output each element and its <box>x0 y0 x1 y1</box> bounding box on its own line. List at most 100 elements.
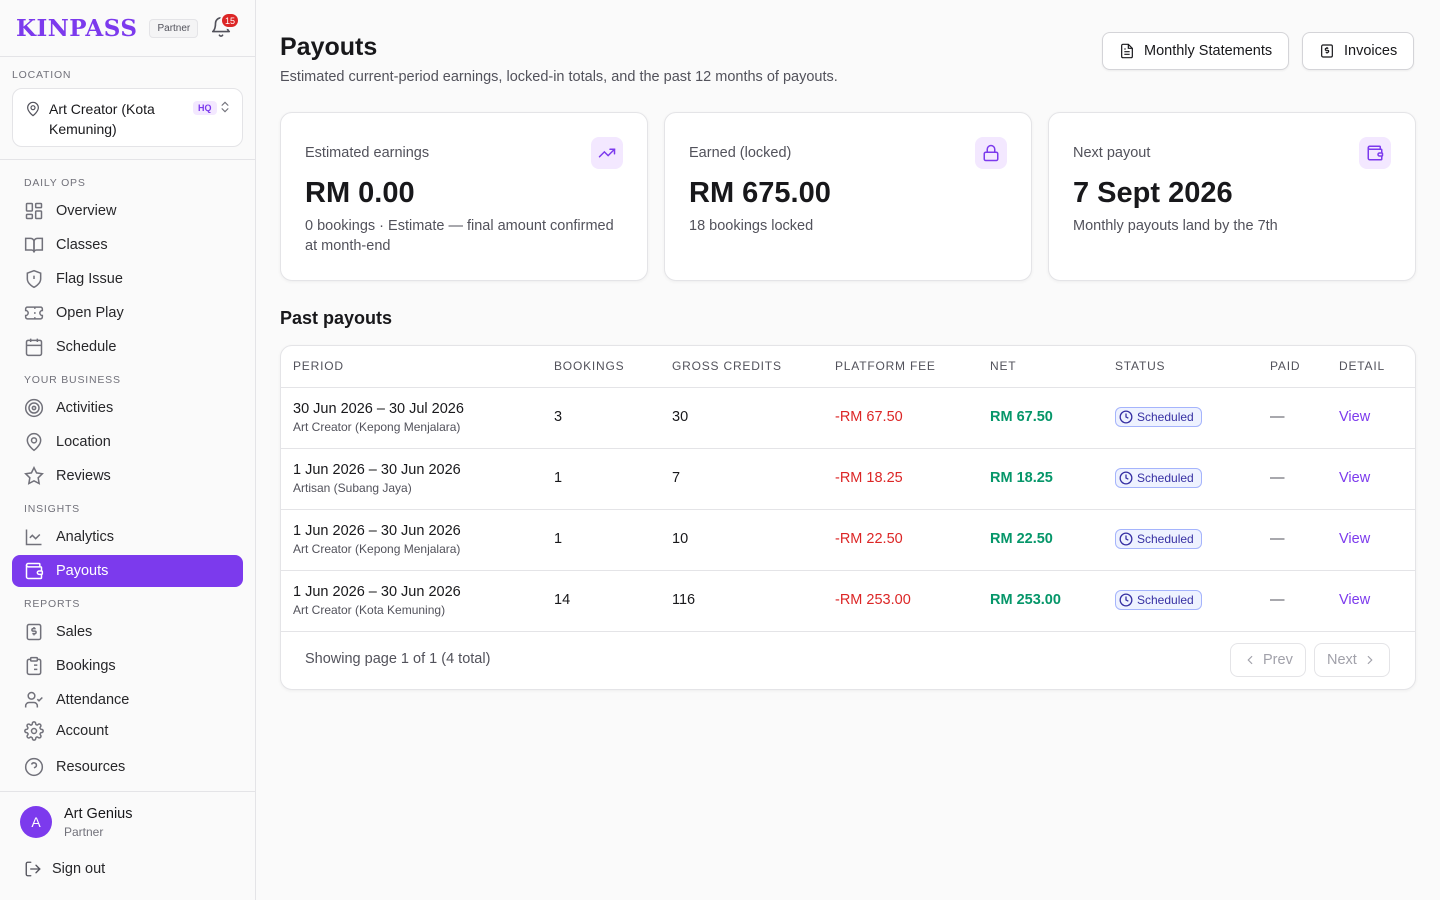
location-switcher[interactable]: Art Creator (Kota Kemuning) HQ <box>12 88 243 147</box>
gross-cell: 116 <box>672 592 696 608</box>
period-cell: 30 Jun 2026 – 30 Jul 2026 <box>293 401 464 417</box>
period-cell: 1 Jun 2026 – 30 Jun 2026 <box>293 523 461 539</box>
section-your-business: YOUR BUSINESS <box>24 374 121 386</box>
next-page-button[interactable]: Next <box>1314 643 1390 677</box>
estimated-earnings-card: Estimated earnings RM 0.00 0 bookings · … <box>280 112 648 281</box>
net-cell: RM 253.00 <box>990 592 1061 608</box>
bookings-cell: 14 <box>554 592 571 608</box>
location-label: LOCATION <box>12 69 72 81</box>
location-name: Art Creator (Kota Kemuning) <box>49 101 155 137</box>
stat-desc: Monthly payouts land by the 7th <box>1073 218 1278 234</box>
stat-desc: 0 bookings · Estimate — final amount con… <box>305 218 614 254</box>
sidebar: KINPASS Partner 15 LOCATION Art Creator … <box>0 0 256 900</box>
sidebar-item-label: Classes <box>56 237 108 253</box>
sidebar-item-attendance[interactable]: Attendance <box>12 684 243 716</box>
sidebar-item-schedule[interactable]: Schedule <box>12 331 243 363</box>
sidebar-item-open-play[interactable]: Open Play <box>12 297 243 329</box>
prev-label: Prev <box>1263 652 1293 668</box>
view-link[interactable]: View <box>1339 531 1370 547</box>
divider <box>0 159 255 160</box>
column-header-paid: PAID <box>1270 359 1301 373</box>
sign-out-button[interactable]: Sign out <box>24 860 105 878</box>
table-row: 30 Jun 2026 – 30 Jul 2026 Art Creator (K… <box>281 388 1415 449</box>
table-row: 1 Jun 2026 – 30 Jun 2026 Art Creator (Ko… <box>281 571 1415 632</box>
sidebar-item-overview[interactable]: Overview <box>12 195 243 227</box>
column-header-period: PERIOD <box>293 359 344 373</box>
stat-value: RM 0.00 <box>305 177 415 209</box>
status-label: Scheduled <box>1137 410 1194 424</box>
user-check-icon <box>24 691 43 708</box>
sidebar-item-account[interactable]: Account <box>12 715 243 747</box>
sidebar-item-bookings[interactable]: Bookings <box>12 650 243 682</box>
paid-cell: — <box>1270 592 1285 608</box>
sidebar-item-label: Resources <box>56 759 126 775</box>
view-link[interactable]: View <box>1339 470 1370 486</box>
gross-cell: 7 <box>672 470 681 486</box>
sidebar-item-label: Activities <box>56 400 114 416</box>
sidebar-item-label: Flag Issue <box>56 271 123 287</box>
view-link[interactable]: View <box>1339 592 1370 608</box>
status-label: Scheduled <box>1137 532 1194 546</box>
table-row: 1 Jun 2026 – 30 Jun 2026 Artisan (Subang… <box>281 449 1415 510</box>
user-menu: A Art Genius Partner Sign out <box>0 792 255 900</box>
payouts-table: PERIOD BOOKINGS GROSS CREDITS PLATFORM F… <box>280 345 1416 690</box>
sidebar-item-sales[interactable]: Sales <box>12 616 243 648</box>
clock-icon <box>1119 532 1133 546</box>
period-location: Art Creator (Kepong Menjalara) <box>293 420 461 434</box>
paid-cell: — <box>1270 531 1285 547</box>
button-label: Monthly Statements <box>1144 43 1273 59</box>
prev-page-button[interactable]: Prev <box>1230 643 1306 677</box>
brand: KINPASS Partner <box>16 14 199 42</box>
period-location: Art Creator (Kepong Menjalara) <box>293 542 461 556</box>
earned-locked-card: Earned (locked) RM 675.00 18 bookings lo… <box>664 112 1032 281</box>
clock-icon <box>1119 410 1133 424</box>
button-label: Invoices <box>1344 43 1398 59</box>
sidebar-item-label: Attendance <box>56 692 130 708</box>
stat-desc: 18 bookings locked <box>689 218 814 234</box>
sidebar-item-location[interactable]: Location <box>12 426 243 458</box>
divider <box>0 56 255 57</box>
logo[interactable]: KINPASS <box>16 15 137 42</box>
column-header-net: NET <box>990 359 1017 373</box>
fee-cell: -RM 18.25 <box>835 470 903 486</box>
shield-alert-icon <box>26 269 42 289</box>
chevron-up-down-icon <box>221 101 229 113</box>
sidebar-item-resources[interactable]: Resources <box>12 751 243 783</box>
sidebar-item-activities[interactable]: Activities <box>12 392 243 424</box>
sidebar-item-label: Schedule <box>56 339 117 355</box>
view-link[interactable]: View <box>1339 409 1370 425</box>
sidebar-item-label: Overview <box>56 203 117 219</box>
ticket-icon <box>24 306 44 320</box>
gear-icon <box>24 721 44 741</box>
target-icon <box>24 398 44 418</box>
stat-value: RM 675.00 <box>689 177 831 209</box>
sidebar-item-label: Bookings <box>56 658 116 674</box>
sidebar-item-classes[interactable]: Classes <box>12 229 243 261</box>
bookings-cell: 3 <box>554 409 563 425</box>
stat-value: 7 Sept 2026 <box>1073 177 1233 209</box>
help-circle-icon <box>24 757 44 777</box>
sidebar-item-flag-issue[interactable]: Flag Issue <box>12 263 243 295</box>
sidebar-item-reviews[interactable]: Reviews <box>12 460 243 492</box>
user-role: Partner <box>64 825 104 839</box>
map-pin-icon <box>26 432 42 452</box>
column-header-gross-credits: GROSS CREDITS <box>672 359 782 373</box>
monthly-statements-button[interactable]: Monthly Statements <box>1102 32 1290 70</box>
net-cell: RM 22.50 <box>990 531 1053 547</box>
sidebar-item-payouts[interactable]: Payouts <box>12 555 243 587</box>
sidebar-item-analytics[interactable]: Analytics <box>12 521 243 553</box>
period-location: Art Creator (Kota Kemuning) <box>293 603 446 617</box>
section-title: Past payouts <box>280 308 393 328</box>
calendar-icon <box>25 338 43 357</box>
chevron-left-icon <box>1247 655 1253 665</box>
invoices-button[interactable]: Invoices <box>1302 32 1415 70</box>
period-location: Artisan (Subang Jaya) <box>293 481 412 495</box>
chevron-right-icon <box>1367 655 1373 665</box>
sidebar-item-label: Sales <box>56 624 93 640</box>
avatar[interactable]: A <box>20 806 52 838</box>
map-pin-icon <box>27 101 39 117</box>
dollar-receipt-icon <box>1321 44 1333 58</box>
clock-icon <box>1119 471 1133 485</box>
sidebar-item-label: Payouts <box>56 563 109 579</box>
line-chart-icon <box>25 529 42 546</box>
